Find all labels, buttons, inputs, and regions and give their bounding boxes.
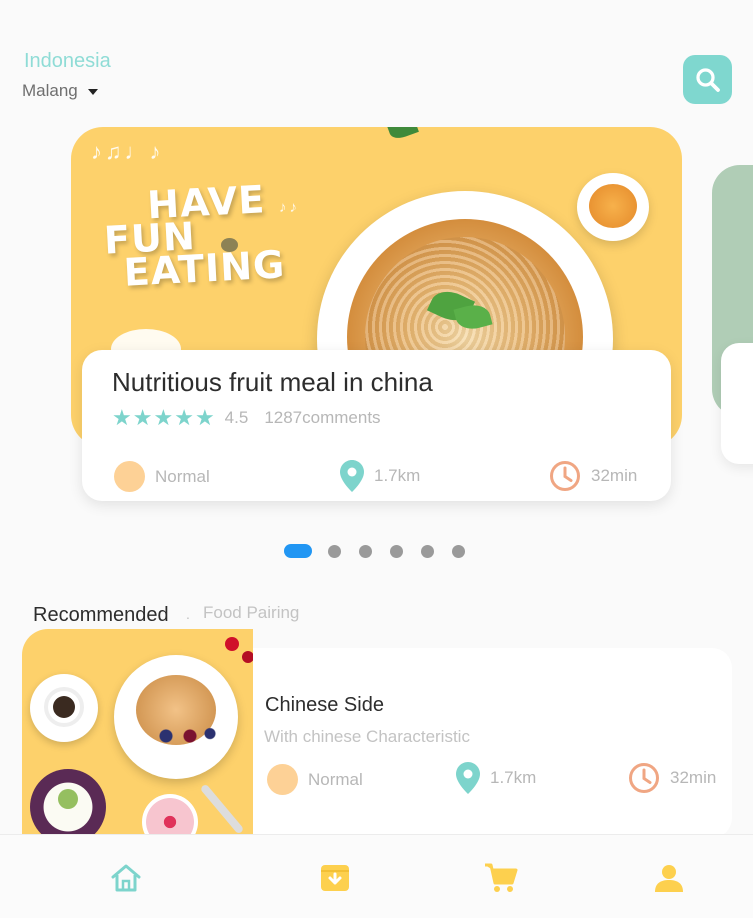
time-label: 32min — [670, 768, 717, 787]
featured-title: Nutritious fruit meal in china — [112, 367, 433, 397]
pager-dot[interactable] — [390, 544, 403, 558]
comment-count: 1287comments — [264, 408, 381, 427]
pager-dot[interactable] — [359, 544, 372, 558]
profile-icon — [655, 865, 683, 892]
star-icon: ★ — [194, 405, 215, 430]
star-icon: ★ — [174, 405, 194, 430]
tab-home[interactable] — [109, 861, 143, 895]
rec-time-info: 32min — [628, 762, 716, 794]
pager-dot[interactable] — [452, 544, 465, 558]
pager-dot[interactable] — [421, 544, 434, 558]
distance-label: 1.7km — [374, 466, 421, 485]
time-label: 32min — [591, 466, 638, 485]
recommended-subtitle: With chinese Characteristic — [264, 727, 470, 746]
rec-distance-info: 1.7km — [456, 762, 536, 794]
cherry — [242, 651, 253, 663]
time-info: 32min — [549, 460, 637, 492]
search-icon — [695, 67, 720, 92]
tab-profile[interactable] — [652, 861, 686, 895]
archive-icon — [321, 865, 349, 891]
home-icon — [111, 864, 141, 892]
section-separator: . — [186, 606, 190, 622]
clock-icon — [550, 461, 580, 491]
star-rating: ★ ★ ★ ★ ★ — [112, 407, 215, 429]
tab-orders[interactable] — [318, 861, 352, 895]
star-icon: ★ — [112, 405, 132, 430]
sauce — [589, 184, 637, 228]
level-label: Normal — [308, 769, 363, 789]
olive-decoration — [221, 238, 238, 252]
caret-down-icon — [87, 89, 98, 95]
banner-line: EATING — [122, 242, 287, 295]
search-button[interactable] — [683, 55, 732, 104]
city-label: Malang — [22, 81, 78, 100]
music-notes-decoration: ♪♫♩♪ — [91, 139, 164, 164]
rating-row: ★ ★ ★ ★ ★ 4.5 1287comments — [112, 407, 381, 429]
distance-info: 1.7km — [340, 460, 420, 492]
recommended-image[interactable] — [22, 629, 253, 839]
pager-dot[interactable] — [284, 544, 312, 558]
level-dot-icon — [267, 764, 298, 795]
tab-cart[interactable] — [484, 861, 518, 895]
carousel-pager — [284, 544, 483, 558]
level-info: Normal — [114, 461, 210, 492]
star-icon: ★ — [153, 405, 174, 430]
recommended-title: Chinese Side — [265, 694, 384, 716]
next-info-card[interactable] — [721, 343, 753, 464]
bottom-tab-bar — [0, 834, 753, 918]
rec-level-info: Normal — [267, 764, 363, 795]
berries — [142, 724, 222, 748]
cupcake — [142, 794, 198, 839]
cherry — [225, 637, 239, 651]
location-pin-icon — [340, 460, 364, 492]
level-label: Normal — [155, 466, 210, 486]
location-pin-icon — [456, 762, 480, 794]
banner-headline: HAVE FUN EATING — [102, 177, 287, 295]
featured-info-card[interactable]: Nutritious fruit meal in china ★ ★ ★ ★ ★… — [82, 350, 671, 501]
city-dropdown[interactable]: Malang — [22, 81, 98, 101]
clock-icon — [629, 763, 659, 793]
level-dot-icon — [114, 461, 145, 492]
leaf-decoration — [387, 127, 419, 142]
section-subtitle: Food Pairing — [203, 603, 300, 622]
cupcake — [30, 769, 106, 839]
pager-dot[interactable] — [328, 544, 341, 558]
distance-label: 1.7km — [490, 768, 537, 787]
star-icon: ★ — [132, 405, 153, 430]
rating-value: 4.5 — [224, 408, 249, 427]
section-title: Recommended — [33, 604, 169, 626]
fork — [199, 783, 245, 835]
cart-icon — [485, 863, 518, 892]
coffee-cup — [44, 687, 84, 727]
country-label: Indonesia — [24, 50, 111, 72]
